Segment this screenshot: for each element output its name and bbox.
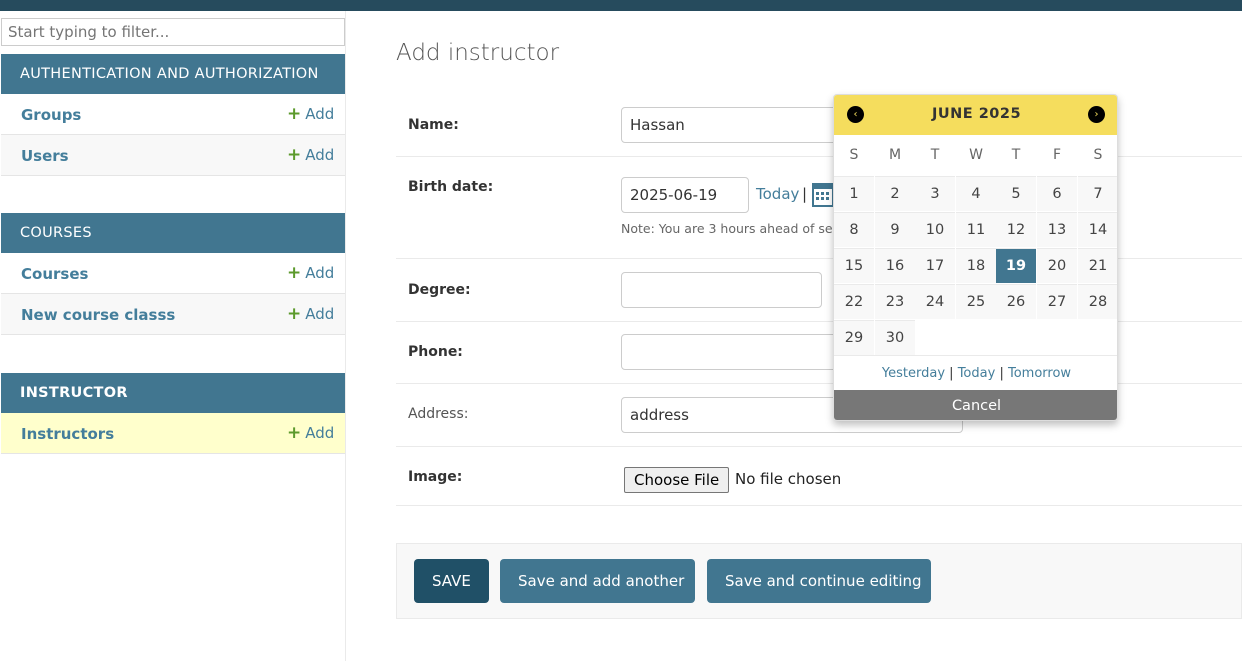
calendar-today-link[interactable]: Today [958,366,996,381]
birth-date-label: Birth date: [408,179,494,195]
calendar-day[interactable]: 20 [1037,248,1077,283]
calendar-day[interactable]: 5 [996,176,1036,211]
calendar-day[interactable]: 7 [1078,176,1117,211]
calendar-quick-links: Yesterday | Today | Tomorrow [834,355,1117,390]
calendar-day[interactable]: 15 [834,248,874,283]
separator: | [802,185,808,203]
sidebar-item-label[interactable]: Instructors [21,425,114,443]
sidebar-item-new-course-class: New course classs + Add [1,294,345,335]
name-label: Name: [408,117,459,133]
sidebar-item-groups: Groups + Add [1,94,345,135]
module-courses: COURSES Courses + Add New course classs +… [1,213,345,335]
degree-label: Degree: [408,282,471,298]
calendar-day[interactable]: 16 [875,248,915,283]
plus-icon: + [287,263,302,283]
sidebar-item-label[interactable]: Groups [21,106,81,124]
submit-row: SAVE Save and add another Save and conti… [396,543,1242,619]
sidebar-item-instructors: Instructors + Add [1,413,345,454]
calendar-day[interactable]: 18 [956,248,996,283]
sidebar-item-label[interactable]: Users [21,147,69,165]
module-title[interactable]: AUTHENTICATION AND AUTHORIZATION [1,54,345,94]
day-of-week-label: F [1052,147,1062,163]
day-of-week-label: S [1093,147,1103,163]
plus-icon: + [287,145,302,165]
calendar-day-selected[interactable]: 19 [996,248,1036,283]
day-of-week-label: M [888,147,902,163]
plus-icon: + [287,423,302,443]
save-button[interactable]: SAVE [414,559,489,603]
calendar-day[interactable]: 13 [1037,212,1077,247]
calendar-day[interactable]: 2 [875,176,915,211]
save-and-add-another-button[interactable]: Save and add another [500,559,695,603]
calendar-day[interactable]: 26 [996,284,1036,319]
module-title[interactable]: COURSES [1,213,345,253]
day-of-week-label: T [1011,147,1021,163]
file-status: No file chosen [735,470,842,488]
calendar-day[interactable]: 1 [834,176,874,211]
add-courses-link[interactable]: + Add [287,263,334,283]
add-course-class-link[interactable]: + Add [287,304,334,324]
calendar-day[interactable]: 24 [915,284,955,319]
tomorrow-link[interactable]: Tomorrow [1008,366,1071,381]
degree-input[interactable] [621,272,822,308]
sidebar-item-users: Users + Add [1,135,345,176]
top-header-bar [0,0,1242,11]
calendar-day[interactable]: 3 [915,176,955,211]
calendar-day[interactable]: 4 [956,176,996,211]
calendar-cancel-button[interactable]: Cancel [834,390,1117,420]
calendar-day[interactable]: 9 [875,212,915,247]
calendar-popup: ‹ JUNE 2025 › S M T W T F S 1 2 3 4 5 6 7 8 9 10 11 12 13 14… [833,94,1118,421]
add-users-link[interactable]: + Add [287,145,334,165]
calendar-day[interactable]: 10 [915,212,955,247]
day-of-week-label: W [969,147,983,163]
image-label: Image: [408,469,463,485]
calendar-day[interactable]: 22 [834,284,874,319]
plus-icon: + [287,104,302,124]
calendar-day[interactable]: 8 [834,212,874,247]
day-of-week-label: S [849,147,859,163]
calendar-day[interactable]: 30 [875,320,915,355]
next-month-icon[interactable]: › [1088,106,1105,123]
save-and-continue-button[interactable]: Save and continue editing [707,559,931,603]
phone-label: Phone: [408,344,463,360]
calendar-day[interactable]: 29 [834,320,874,355]
calendar-day[interactable]: 23 [875,284,915,319]
calendar-day[interactable]: 12 [996,212,1036,247]
choose-file-button[interactable]: Choose File [624,467,730,493]
calendar-day[interactable]: 21 [1078,248,1117,283]
plus-icon: + [287,304,302,324]
add-instructors-link[interactable]: + Add [287,423,334,443]
yesterday-link[interactable]: Yesterday [882,366,945,381]
module-instructor: INSTRUCTOR Instructors + Add [1,373,345,454]
sidebar-item-label[interactable]: New course classs [21,306,175,324]
sidebar-item-courses: Courses + Add [1,253,345,294]
day-of-week-label: T [930,147,940,163]
field-row-image: Image: Choose File No file chosen [396,447,1242,506]
module-auth: AUTHENTICATION AND AUTHORIZATION Groups … [1,54,345,176]
add-groups-link[interactable]: + Add [287,104,334,124]
calendar-header: ‹ JUNE 2025 › [834,95,1117,135]
sidebar-nav: AUTHENTICATION AND AUTHORIZATION Groups … [0,11,346,661]
calendar-day[interactable]: 27 [1037,284,1077,319]
calendar-month-title: JUNE 2025 [931,106,1022,122]
page-title: Add instructor [396,40,560,66]
address-label: Address: [408,406,469,422]
calendar-day[interactable]: 28 [1078,284,1117,319]
calendar-day[interactable]: 17 [915,248,955,283]
today-link[interactable]: Today [756,185,799,203]
calendar-day[interactable]: 14 [1078,212,1117,247]
calendar-day[interactable]: 25 [956,284,996,319]
birth-date-input[interactable] [621,177,749,213]
calendar-day[interactable]: 11 [956,212,996,247]
sidebar-filter-input[interactable] [1,18,345,46]
module-title[interactable]: INSTRUCTOR [1,373,345,413]
calendar-day[interactable]: 6 [1037,176,1077,211]
calendar-icon[interactable] [812,180,834,212]
sidebar-item-label[interactable]: Courses [21,265,88,283]
timezone-note: Note: You are 3 hours ahead of serv [621,221,846,236]
